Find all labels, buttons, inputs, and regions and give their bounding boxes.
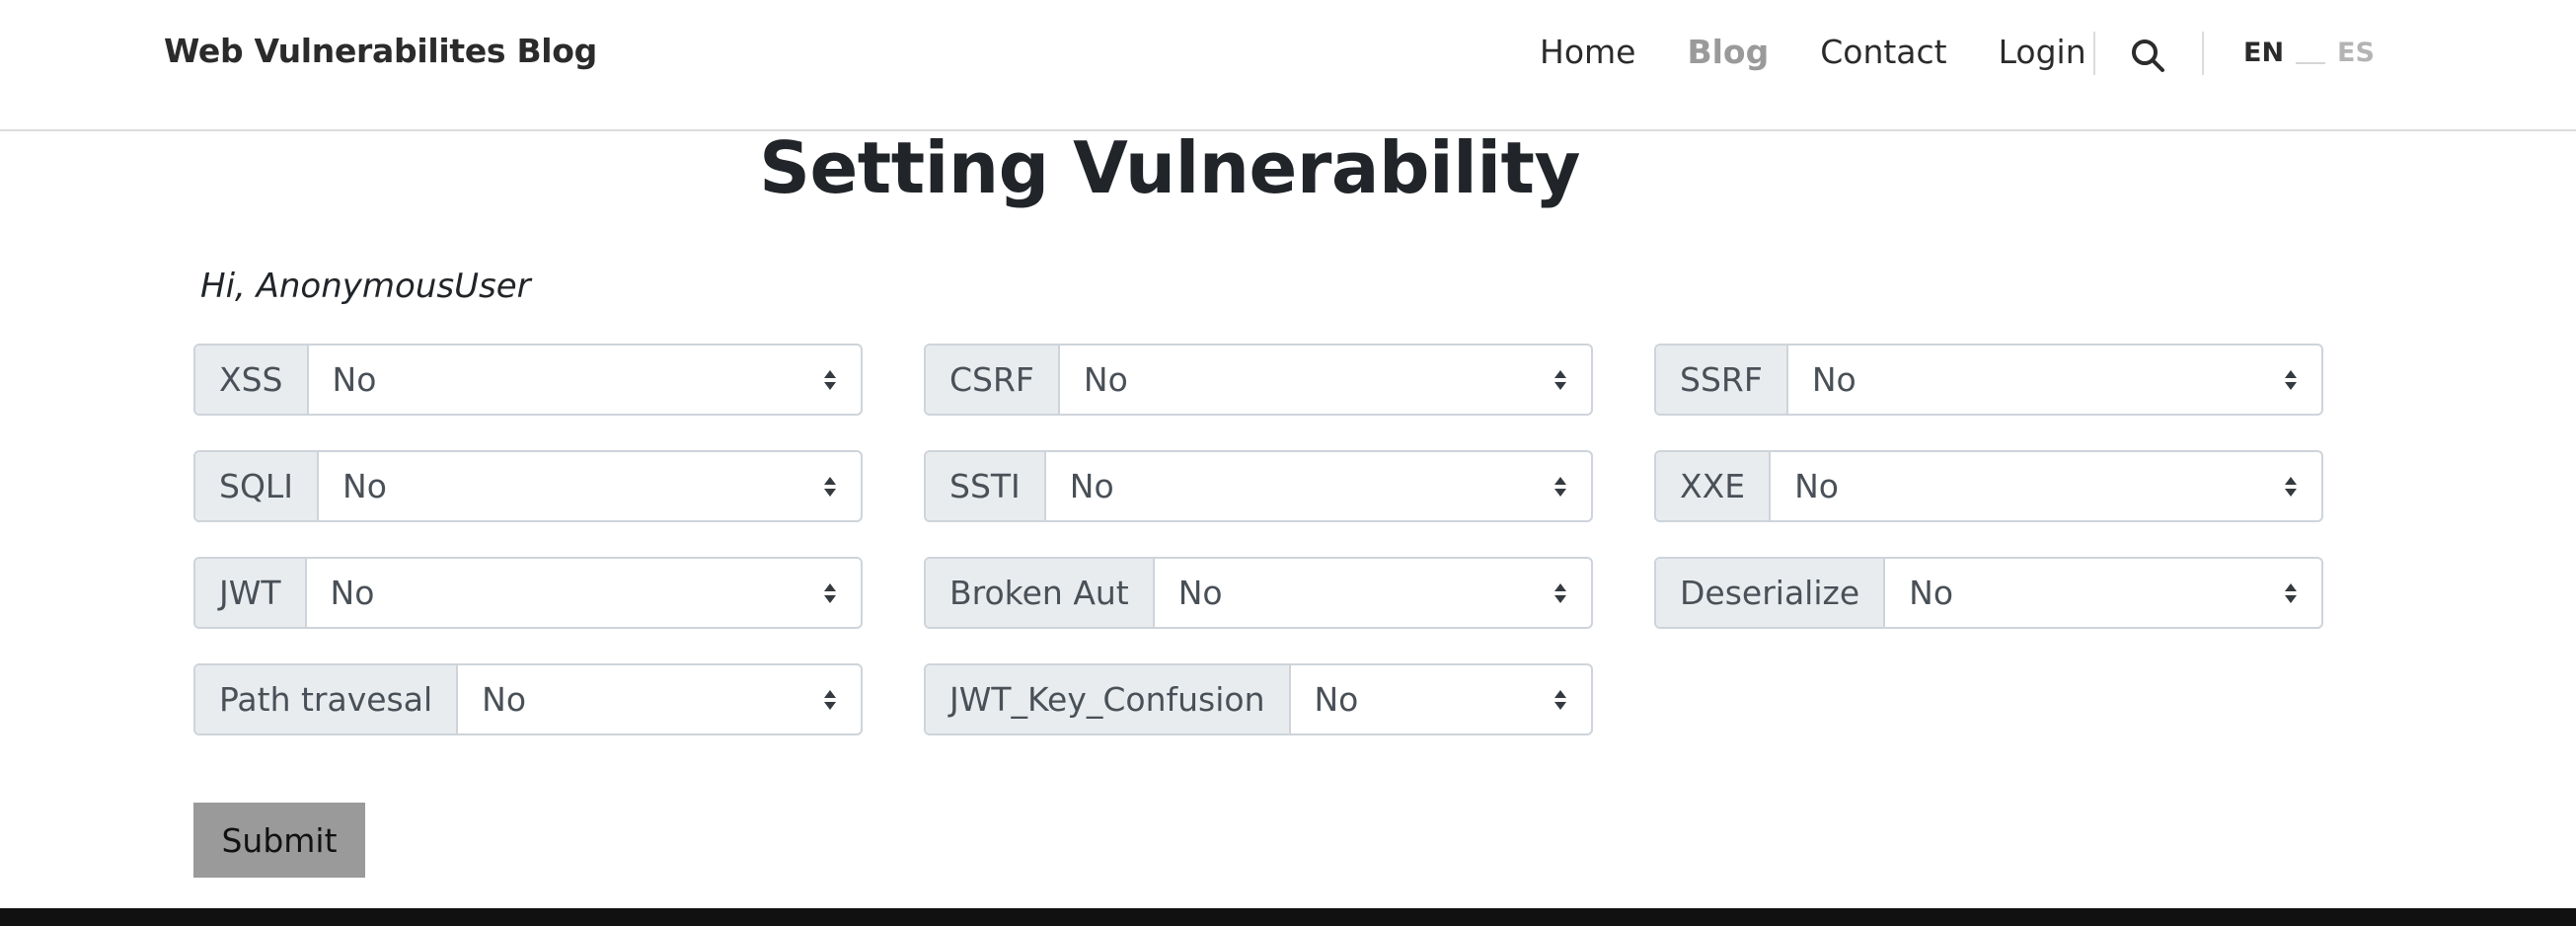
select-arrows-icon: [1554, 689, 1566, 710]
nav-divider: [2202, 32, 2204, 75]
select-arrows-icon: [2285, 582, 2297, 603]
xxe-select[interactable]: No: [1771, 452, 2321, 520]
select-value: No: [330, 574, 375, 612]
select-arrows-icon: [824, 476, 836, 497]
select-arrows-icon: [1554, 369, 1566, 390]
select-arrows-icon: [2285, 476, 2297, 497]
select-arrows-icon: [2285, 369, 2297, 390]
field-label: JWT_Key_Confusion: [926, 665, 1291, 733]
select-value: No: [1811, 360, 1856, 399]
field-label: Deserialize: [1656, 559, 1886, 627]
path-traversal-select[interactable]: No: [458, 665, 861, 733]
ssti-select[interactable]: No: [1046, 452, 1591, 520]
nav-divider: [2093, 32, 2095, 75]
select-arrows-icon: [1554, 582, 1566, 603]
site-brand[interactable]: Web Vulnerabilites Blog: [164, 32, 597, 70]
xss-select[interactable]: No: [309, 346, 861, 414]
user-greeting: Hi, AnonymousUser: [200, 267, 531, 306]
field-label: Path travesal: [195, 665, 459, 733]
nav-login[interactable]: Login: [1999, 33, 2086, 71]
select-value: No: [1909, 574, 1954, 612]
search-icon[interactable]: [2130, 38, 2165, 73]
select-value: No: [332, 360, 377, 399]
jwt-select[interactable]: No: [307, 559, 861, 627]
footer-bar: [0, 908, 2576, 926]
language-switcher: EN ES: [2243, 38, 2375, 68]
select-arrows-icon: [824, 582, 836, 603]
field-label: XSS: [195, 346, 309, 414]
nav-blog[interactable]: Blog: [1687, 33, 1769, 71]
vuln-field-sqli: SQLI No: [193, 450, 863, 522]
deserialize-select[interactable]: No: [1885, 559, 2321, 627]
vuln-field-jwt-key-confusion: JWT_Key_Confusion No: [924, 663, 1593, 735]
page-title: Setting Vulnerability: [759, 126, 1580, 209]
select-value: No: [342, 467, 387, 505]
select-value: No: [1083, 360, 1128, 399]
csrf-select[interactable]: No: [1060, 346, 1591, 414]
field-label: Broken Aut: [926, 559, 1155, 627]
select-value: No: [1069, 467, 1114, 505]
select-arrows-icon: [1554, 476, 1566, 497]
select-value: No: [1794, 467, 1839, 505]
lang-es[interactable]: ES: [2337, 38, 2375, 68]
jwt-key-confusion-select[interactable]: No: [1291, 665, 1592, 733]
sqli-select[interactable]: No: [319, 452, 861, 520]
main-nav: Home Blog Contact Login: [1540, 33, 2138, 71]
top-navbar: Web Vulnerabilites Blog Home Blog Contac…: [0, 0, 2576, 131]
vuln-field-csrf: CSRF No: [924, 344, 1593, 416]
vuln-field-jwt: JWT No: [193, 557, 863, 629]
select-arrows-icon: [824, 369, 836, 390]
vuln-field-path-traversal: Path travesal No: [193, 663, 863, 735]
field-label: XXE: [1656, 452, 1772, 520]
vuln-field-ssrf: SSRF No: [1654, 344, 2323, 416]
select-value: No: [482, 680, 527, 719]
vuln-field-xss: XSS No: [193, 344, 863, 416]
broken-auth-select[interactable]: No: [1155, 559, 1591, 627]
field-label: SQLI: [195, 452, 320, 520]
vuln-field-deserialize: Deserialize No: [1654, 557, 2323, 629]
select-value: No: [1177, 574, 1223, 612]
lang-en[interactable]: EN: [2243, 38, 2284, 68]
field-label: JWT: [195, 559, 307, 627]
lang-separator: [2296, 61, 2326, 64]
vuln-field-broken-auth: Broken Aut No: [924, 557, 1593, 629]
select-arrows-icon: [824, 689, 836, 710]
field-label: CSRF: [926, 346, 1060, 414]
submit-button[interactable]: Submit: [193, 803, 365, 878]
nav-home[interactable]: Home: [1540, 33, 1635, 71]
nav-contact[interactable]: Contact: [1820, 33, 1946, 71]
ssrf-select[interactable]: No: [1788, 346, 2321, 414]
field-label: SSTI: [926, 452, 1046, 520]
vuln-field-xxe: XXE No: [1654, 450, 2323, 522]
select-value: No: [1314, 680, 1359, 719]
vuln-field-ssti: SSTI No: [924, 450, 1593, 522]
field-label: SSRF: [1656, 346, 1788, 414]
